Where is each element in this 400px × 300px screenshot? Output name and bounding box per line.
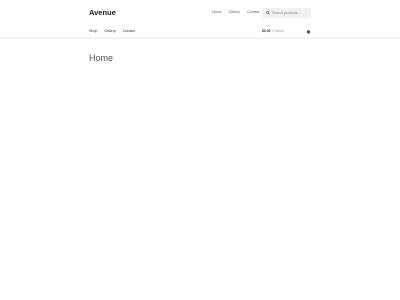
search-input[interactable]	[272, 11, 310, 15]
secondary-nav-gallery[interactable]: Gallery	[229, 10, 240, 14]
cart-summary[interactable]: $0.00 0 items	[262, 29, 283, 33]
cart-total: $0.00	[262, 28, 271, 33]
primary-nav-bar	[0, 26, 400, 39]
primary-navigation: Shop Gallery Contact	[89, 29, 135, 33]
primary-nav-contact[interactable]: Contact	[123, 29, 135, 33]
page-title: Home	[89, 53, 114, 63]
primary-nav-gallery[interactable]: Gallery	[104, 29, 115, 33]
secondary-navigation: Home Gallery Contact	[212, 10, 259, 14]
search-icon	[266, 11, 270, 15]
site-title[interactable]: Avenue	[89, 8, 116, 17]
secondary-nav-home[interactable]: Home	[212, 10, 222, 14]
secondary-nav-contact[interactable]: Contact	[247, 10, 259, 14]
header: Avenue Home Gallery Contact	[0, 0, 400, 26]
cart-count: 0 items	[272, 28, 284, 33]
primary-nav-shop[interactable]: Shop	[89, 29, 97, 33]
cart-icon[interactable]	[306, 29, 311, 34]
search-box	[262, 8, 311, 18]
